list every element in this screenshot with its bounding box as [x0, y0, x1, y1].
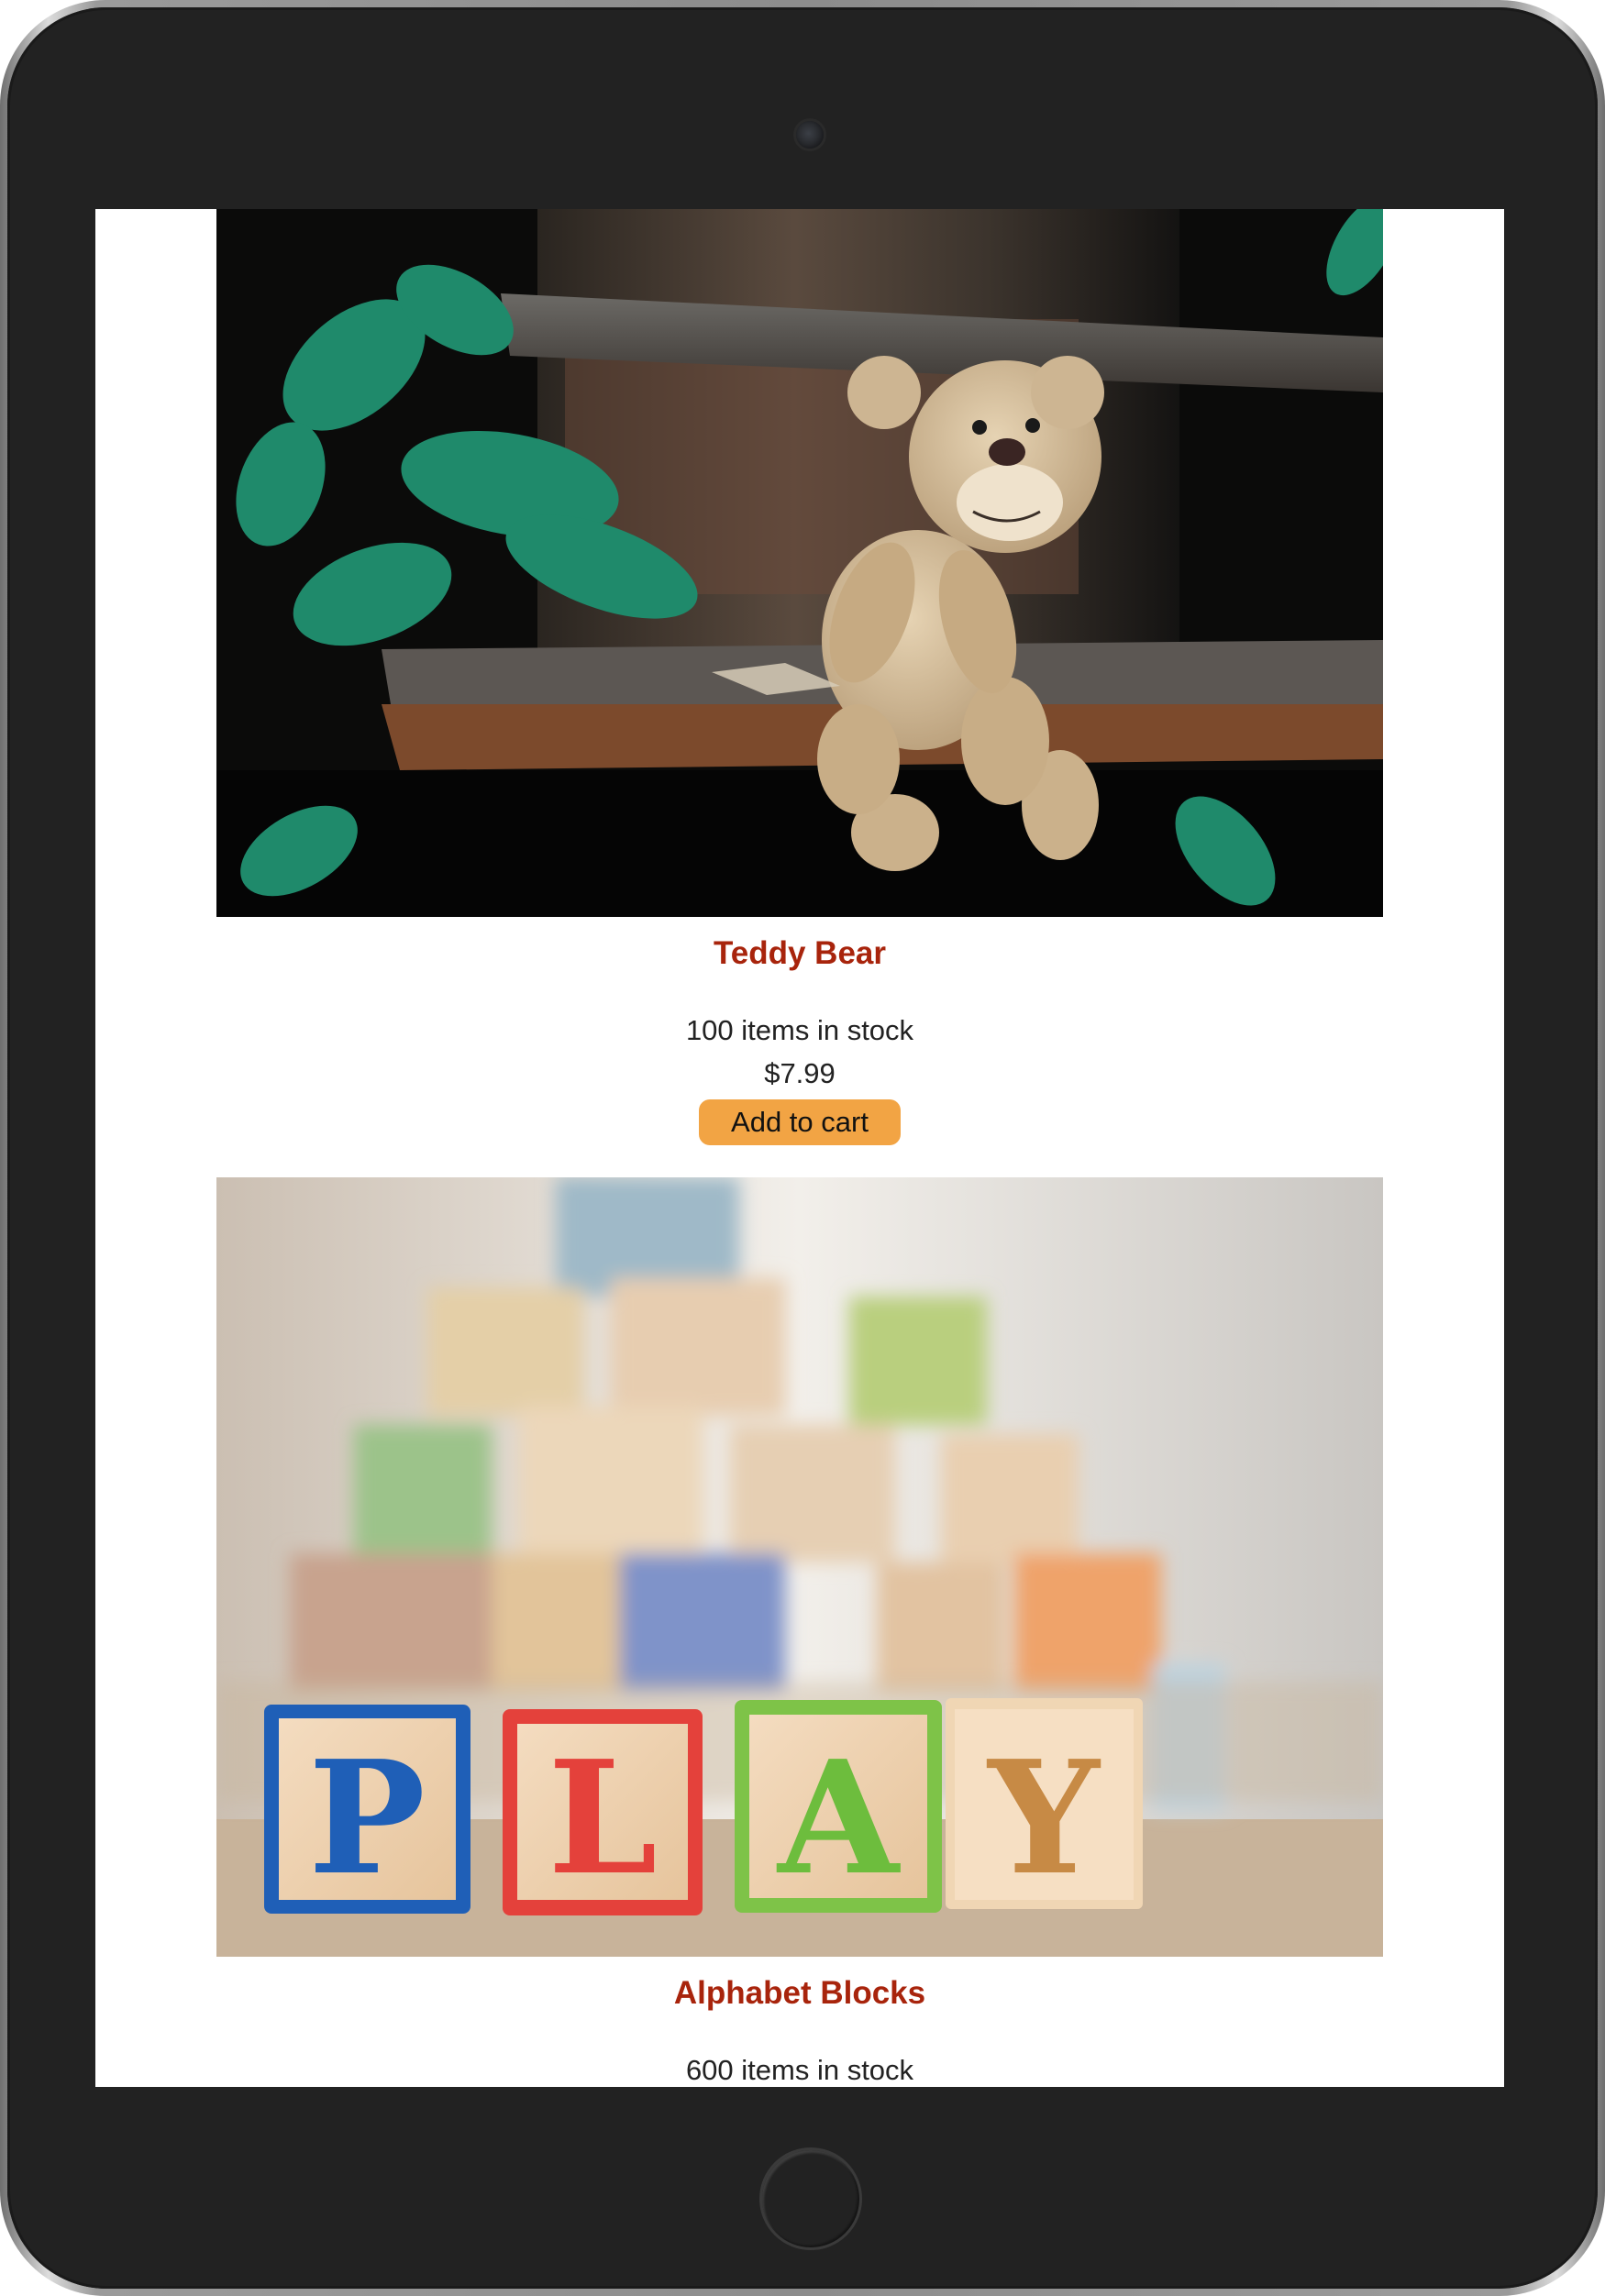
product-card: Teddy Bear 100 items in stock $7.99 Add … [95, 209, 1504, 1145]
home-button[interactable] [759, 2147, 862, 2250]
add-to-cart-button[interactable]: Add to cart [699, 1099, 901, 1145]
stock-text: 600 items in stock [685, 2054, 914, 2086]
alphabet-blocks-image: P L A Y [216, 1177, 1383, 1957]
product-card: P L A Y Alphabet Blocks 600 items in sto… [95, 1177, 1504, 2087]
screen: Teddy Bear 100 items in stock $7.99 Add … [95, 209, 1504, 2087]
block-letter: A [776, 1727, 901, 1910]
camera-icon [796, 121, 824, 149]
stock-text: 100 items in stock [685, 1014, 914, 1046]
teddy-bear-image [216, 209, 1383, 917]
price-text: $7.99 [764, 1057, 836, 1089]
block-letter: Y [986, 1727, 1101, 1910]
block-letter: L [548, 1727, 658, 1910]
product-name[interactable]: Teddy Bear [95, 935, 1504, 972]
teddy-bear-photo [216, 209, 1383, 917]
product-name[interactable]: Alphabet Blocks [95, 1975, 1504, 2012]
tablet-device: Teddy Bear 100 items in stock $7.99 Add … [0, 0, 1605, 2296]
block-letter: P [308, 1727, 426, 1910]
alphabet-blocks-photo: P L A Y [216, 1177, 1383, 1957]
